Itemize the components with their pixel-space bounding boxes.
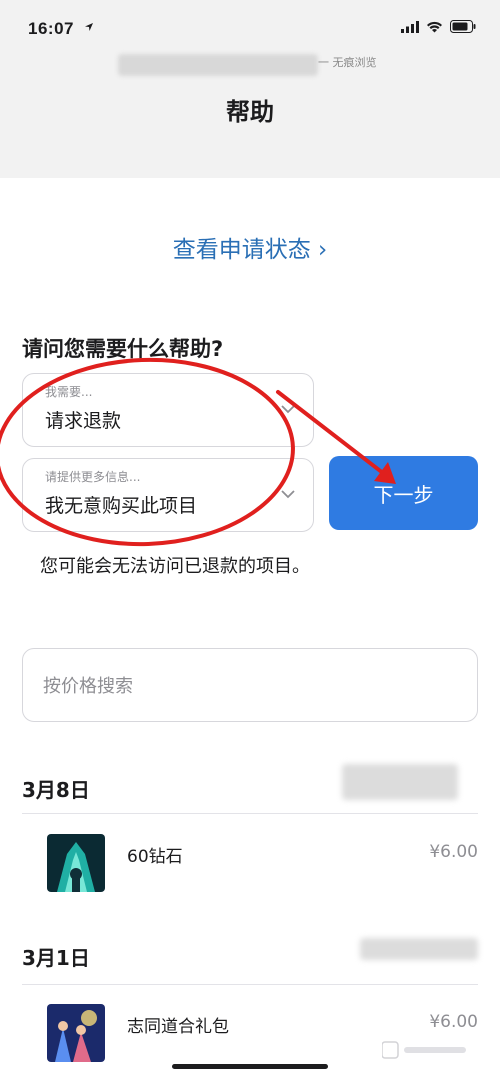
info-select-value: 我无意购买此项目 (45, 495, 198, 517)
watermark-logo (381, 1040, 472, 1064)
game-thumbnail-cyan-icon (47, 834, 105, 892)
purchase-date-label: 3月8日 (22, 778, 90, 802)
cellular-signal-icon (401, 20, 419, 33)
game-thumbnail-blue-icon (47, 1004, 105, 1062)
blurred-order-info (342, 764, 458, 800)
location-arrow-icon (85, 23, 93, 31)
status-time: 16:07 (28, 19, 74, 38)
page-title: 帮助 (226, 98, 274, 126)
battery-icon (450, 20, 476, 33)
next-button[interactable]: 下一步 (329, 456, 478, 530)
chevron-down-icon (281, 490, 295, 499)
wifi-icon (427, 21, 442, 32)
home-indicator[interactable] (172, 1064, 328, 1069)
blurred-url (118, 54, 318, 76)
need-select[interactable]: 我需要... 请求退款 (22, 373, 314, 447)
info-select-hint: 请提供更多信息... (45, 470, 141, 484)
purchase-item-price: ¥6.00 (429, 842, 478, 862)
blurred-order-info (360, 938, 478, 960)
status-bar: 16:07 (0, 0, 500, 50)
price-search-box[interactable] (22, 648, 478, 722)
info-select[interactable]: 请提供更多信息... 我无意购买此项目 (22, 458, 314, 532)
purchase-item-price: ¥6.00 (429, 1012, 478, 1032)
purchase-item-name: 60钻石 (127, 847, 183, 867)
purchase-item-name: 志同道合礼包 (127, 1017, 229, 1037)
price-search-input[interactable] (43, 671, 443, 701)
divider (22, 813, 478, 814)
divider (22, 984, 478, 985)
private-browsing-hint: 一 无痕浏览 (318, 56, 377, 69)
top-header-area: 16:07 一 无痕浏览 帮助 (0, 0, 500, 178)
view-status-link[interactable]: 查看申请状态 › (0, 230, 500, 264)
status-icons (401, 20, 476, 33)
refund-notice: 您可能会无法访问已退款的项目。 (40, 556, 310, 577)
need-select-hint: 我需要... (45, 385, 93, 399)
need-select-value: 请求退款 (45, 410, 122, 432)
help-question-heading: 请问您需要什么帮助? (22, 337, 224, 361)
chevron-down-icon (281, 405, 295, 414)
purchase-date-label: 3月1日 (22, 946, 90, 970)
